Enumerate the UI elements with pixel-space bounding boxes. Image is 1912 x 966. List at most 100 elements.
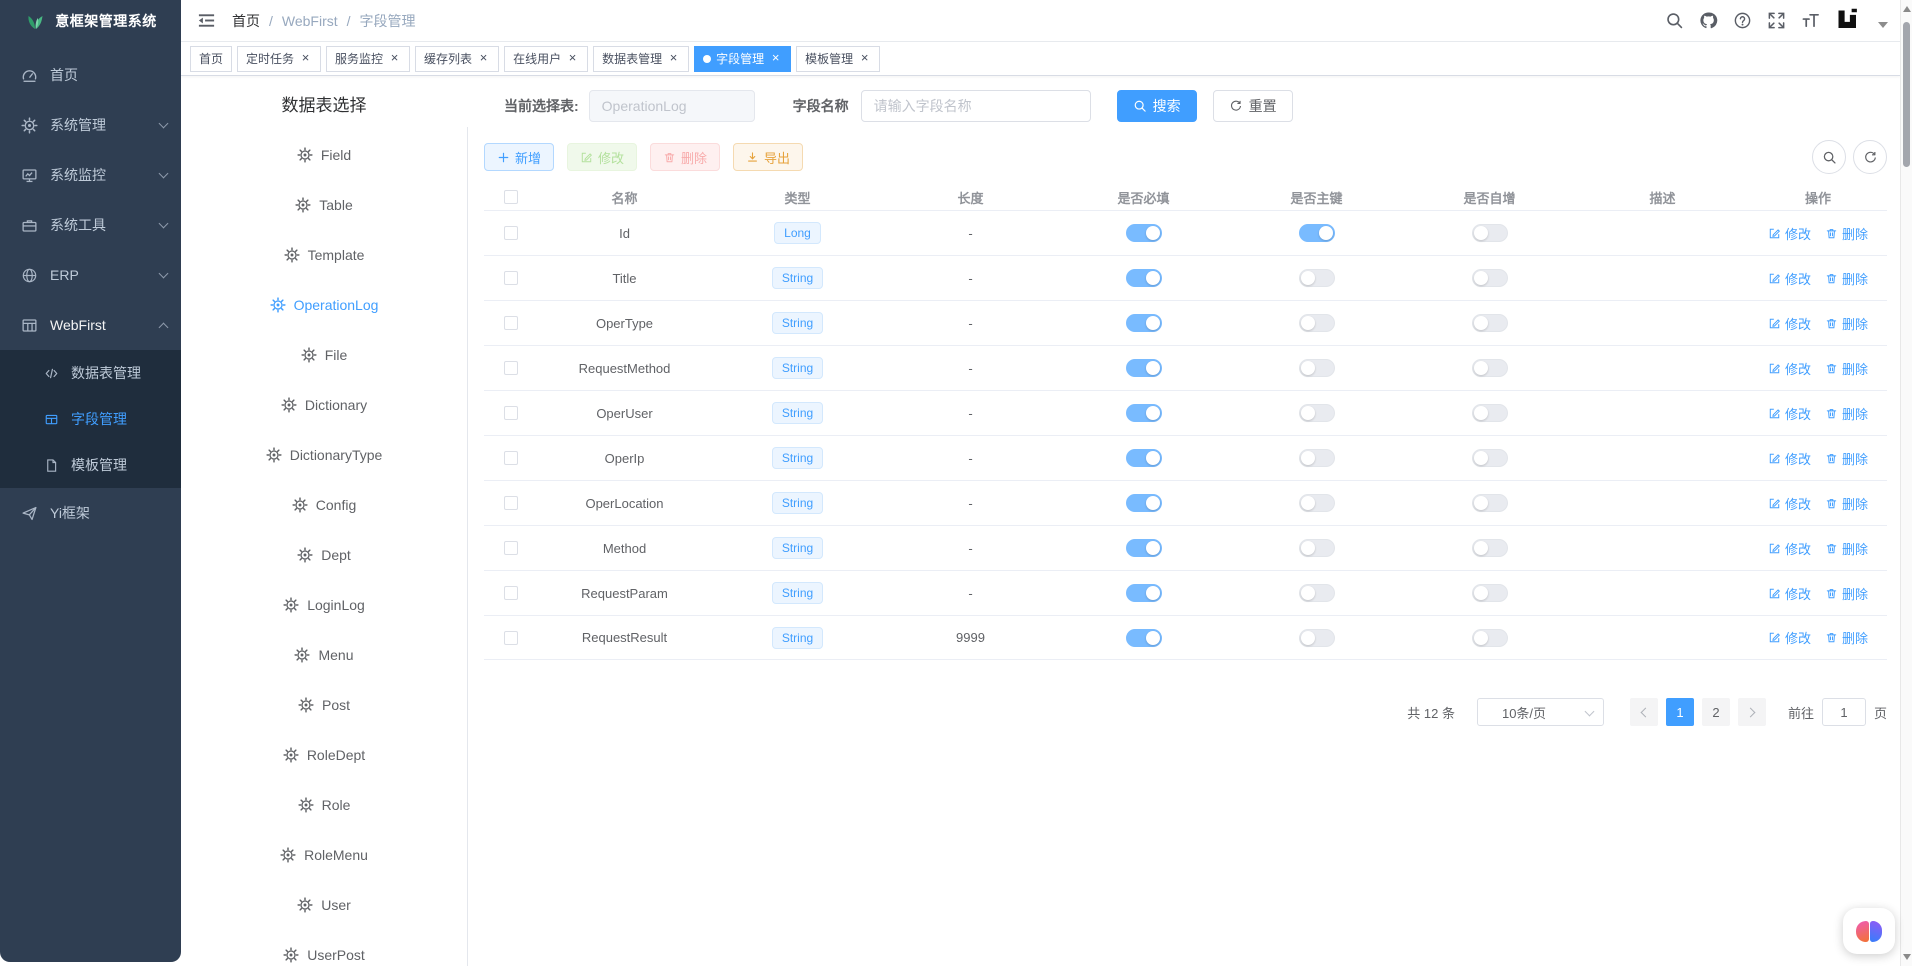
auto-increment-toggle[interactable] xyxy=(1472,269,1508,287)
close-icon[interactable]: × xyxy=(566,52,579,65)
sidebar-item-1[interactable]: 字段管理 xyxy=(0,396,181,442)
next-page-button[interactable] xyxy=(1738,698,1766,726)
sidebar-item-3[interactable]: 系统工具 xyxy=(0,200,181,250)
delete-link[interactable]: 删除 xyxy=(1825,404,1868,423)
sidebar-item-0[interactable]: Yi框架 xyxy=(0,488,181,538)
row-checkbox[interactable] xyxy=(504,496,518,510)
auto-increment-toggle[interactable] xyxy=(1472,359,1508,377)
font-size-icon[interactable] xyxy=(1801,11,1820,30)
page-button-1[interactable]: 1 xyxy=(1666,698,1694,726)
row-checkbox[interactable] xyxy=(504,226,518,240)
tree-item-Dept[interactable]: Dept xyxy=(181,530,467,580)
close-icon[interactable]: × xyxy=(667,52,680,65)
edit-link[interactable]: 修改 xyxy=(1768,269,1811,288)
edit-link[interactable]: 修改 xyxy=(1768,539,1811,558)
edit-link[interactable]: 修改 xyxy=(1768,494,1811,513)
tab-7[interactable]: 模板管理 × xyxy=(796,46,880,72)
avatar[interactable] xyxy=(1835,7,1863,35)
tree-item-Field[interactable]: Field xyxy=(181,130,467,180)
auto-increment-toggle[interactable] xyxy=(1472,629,1508,647)
tree-item-Config[interactable]: Config xyxy=(181,480,467,530)
delete-link[interactable]: 删除 xyxy=(1825,314,1868,333)
sidebar-item-1[interactable]: 系统管理 xyxy=(0,100,181,150)
row-checkbox[interactable] xyxy=(504,361,518,375)
delete-link[interactable]: 删除 xyxy=(1825,269,1868,288)
logo[interactable]: 意框架管理系统 xyxy=(0,0,181,42)
primary-key-toggle[interactable] xyxy=(1299,404,1335,422)
scrollbar-thumb[interactable] xyxy=(1903,22,1910,167)
delete-link[interactable]: 删除 xyxy=(1825,359,1868,378)
required-toggle[interactable] xyxy=(1126,404,1162,422)
edit-link[interactable]: 修改 xyxy=(1768,628,1811,647)
search-icon[interactable] xyxy=(1665,11,1684,30)
export-button[interactable]: 导出 xyxy=(733,143,803,171)
tree-item-Template[interactable]: Template xyxy=(181,230,467,280)
primary-key-toggle[interactable] xyxy=(1299,449,1335,467)
sidebar-item-4[interactable]: ERP xyxy=(0,250,181,300)
search-button[interactable]: 搜索 xyxy=(1117,90,1197,122)
edit-link[interactable]: 修改 xyxy=(1768,224,1811,243)
delete-link[interactable]: 删除 xyxy=(1825,494,1868,513)
tree-item-RoleMenu[interactable]: RoleMenu xyxy=(181,830,467,880)
edit-link[interactable]: 修改 xyxy=(1768,314,1811,333)
row-checkbox[interactable] xyxy=(504,631,518,645)
edit-link[interactable]: 修改 xyxy=(1768,404,1811,423)
tree-item-File[interactable]: File xyxy=(181,330,467,380)
delete-button[interactable]: 删除 xyxy=(650,143,720,171)
row-checkbox[interactable] xyxy=(504,271,518,285)
required-toggle[interactable] xyxy=(1126,269,1162,287)
prev-page-button[interactable] xyxy=(1630,698,1658,726)
scroll-down-arrow-icon[interactable] xyxy=(1903,954,1911,960)
chevron-down-icon[interactable] xyxy=(1878,22,1888,28)
tree-item-UserPost[interactable]: UserPost xyxy=(181,930,467,966)
primary-key-toggle[interactable] xyxy=(1299,269,1335,287)
reset-button[interactable]: 重置 xyxy=(1213,90,1293,122)
tree-item-User[interactable]: User xyxy=(181,880,467,930)
ai-assistant-button[interactable] xyxy=(1843,908,1895,954)
primary-key-toggle[interactable] xyxy=(1299,629,1335,647)
tree-item-Menu[interactable]: Menu xyxy=(181,630,467,680)
edit-link[interactable]: 修改 xyxy=(1768,359,1811,378)
breadcrumb-item-2[interactable]: 字段管理 xyxy=(360,11,416,31)
edit-button[interactable]: 修改 xyxy=(567,143,637,171)
tab-6[interactable]: 字段管理 × xyxy=(694,46,791,72)
tree-item-Table[interactable]: Table xyxy=(181,180,467,230)
help-icon[interactable] xyxy=(1733,11,1752,30)
delete-link[interactable]: 删除 xyxy=(1825,224,1868,243)
required-toggle[interactable] xyxy=(1126,494,1162,512)
sidebar-item-0[interactable]: 首页 xyxy=(0,50,181,100)
required-toggle[interactable] xyxy=(1126,359,1162,377)
edit-link[interactable]: 修改 xyxy=(1768,584,1811,603)
close-icon[interactable]: × xyxy=(299,52,312,65)
page-button-2[interactable]: 2 xyxy=(1702,698,1730,726)
github-icon[interactable] xyxy=(1699,11,1718,30)
required-toggle[interactable] xyxy=(1126,449,1162,467)
required-toggle[interactable] xyxy=(1126,224,1162,242)
tab-5[interactable]: 数据表管理 × xyxy=(593,46,689,72)
select-all-checkbox[interactable] xyxy=(504,190,518,204)
primary-key-toggle[interactable] xyxy=(1299,539,1335,557)
row-checkbox[interactable] xyxy=(504,316,518,330)
tree-item-Dictionary[interactable]: Dictionary xyxy=(181,380,467,430)
tree-item-DictionaryType[interactable]: DictionaryType xyxy=(181,430,467,480)
breadcrumb-item-1[interactable]: WebFirst xyxy=(282,13,338,29)
primary-key-toggle[interactable] xyxy=(1299,494,1335,512)
delete-link[interactable]: 删除 xyxy=(1825,539,1868,558)
primary-key-toggle[interactable] xyxy=(1299,584,1335,602)
tree-item-RoleDept[interactable]: RoleDept xyxy=(181,730,467,780)
required-toggle[interactable] xyxy=(1126,314,1162,332)
delete-link[interactable]: 删除 xyxy=(1825,449,1868,468)
sidebar-item-2[interactable]: 模板管理 xyxy=(0,442,181,488)
scroll-up-arrow-icon[interactable] xyxy=(1903,6,1911,12)
tree-item-Role[interactable]: Role xyxy=(181,780,467,830)
row-checkbox[interactable] xyxy=(504,451,518,465)
tree-item-LoginLog[interactable]: LoginLog xyxy=(181,580,467,630)
field-name-input[interactable] xyxy=(861,90,1091,122)
close-icon[interactable]: × xyxy=(388,52,401,65)
required-toggle[interactable] xyxy=(1126,584,1162,602)
add-button[interactable]: 新增 xyxy=(484,143,554,171)
close-icon[interactable]: × xyxy=(769,52,782,65)
tree-item-OperationLog[interactable]: OperationLog xyxy=(181,280,467,330)
tab-3[interactable]: 缓存列表 × xyxy=(415,46,499,72)
goto-page-input[interactable] xyxy=(1822,698,1866,726)
